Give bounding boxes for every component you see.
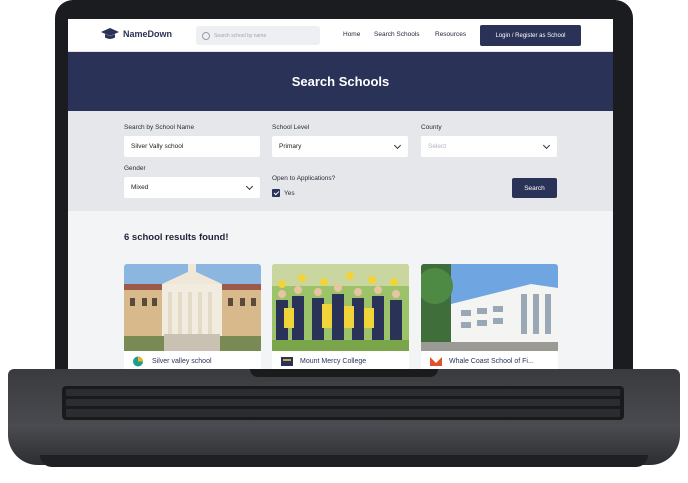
page-title: Search Schools — [291, 74, 390, 89]
county-select[interactable]: Select — [421, 136, 557, 157]
school-logo-icon — [133, 356, 143, 367]
nav-link-home[interactable]: Home — [343, 31, 360, 38]
brand-name: NameDown — [123, 29, 173, 39]
graduation-cap-icon — [101, 28, 119, 39]
school-card[interactable]: Whale Coast School of Fi... — [421, 264, 558, 369]
card-footer: Mount Mercy College — [280, 356, 366, 367]
card-footer: Whale Coast School of Fi... — [429, 356, 534, 367]
laptop-hinge — [250, 369, 438, 377]
laptop-keyboard — [62, 386, 624, 420]
school-name-input[interactable]: Silver Vally school — [124, 136, 260, 157]
chevron-down-icon — [393, 141, 402, 150]
laptop-base-edge — [40, 455, 648, 467]
school-card[interactable]: Mount Mercy College — [272, 264, 409, 369]
chevron-down-icon — [245, 182, 254, 191]
top-navbar: NameDown Search school by name Home Sear… — [68, 19, 613, 52]
school-photo — [421, 264, 558, 351]
school-name-value: Silver Vally school — [131, 143, 184, 150]
browser-screen: NameDown Search school by name Home Sear… — [68, 19, 613, 369]
school-level-select[interactable]: Primary — [272, 136, 408, 157]
results-count: 6 school results found! — [124, 232, 229, 243]
county-placeholder: Select — [428, 143, 447, 150]
gender-select[interactable]: Mixed — [124, 177, 260, 198]
search-icon — [202, 31, 210, 40]
login-register-button[interactable]: Login / Register as School — [480, 25, 581, 46]
open-applications-checkbox[interactable] — [272, 189, 280, 197]
school-name[interactable]: Mount Mercy College — [300, 358, 366, 365]
school-name[interactable]: Whale Coast School of Fi... — [449, 358, 534, 365]
open-applications-yes-label: Yes — [284, 190, 295, 197]
school-card[interactable]: Silver valley school — [124, 264, 261, 369]
nav-search-input[interactable]: Search school by name — [196, 26, 320, 45]
school-level-label: School Level — [272, 124, 310, 131]
school-photo — [124, 264, 261, 351]
search-button[interactable]: Search — [512, 178, 557, 198]
county-label: County — [421, 124, 442, 131]
open-applications-label: Open to Applications? — [272, 175, 336, 182]
school-name-label: Search by School Name — [124, 124, 195, 131]
card-footer: Silver valley school — [132, 356, 212, 367]
school-photo — [272, 264, 409, 351]
school-name[interactable]: Silver valley school — [152, 358, 212, 365]
page-banner: Search Schools — [68, 52, 613, 111]
school-crest-icon — [281, 357, 293, 366]
brand-logo[interactable]: NameDown — [101, 28, 172, 40]
chevron-down-icon — [542, 141, 551, 150]
gender-value: Mixed — [131, 184, 149, 191]
nav-link-resources[interactable]: Resources — [435, 31, 466, 38]
nav-link-search-schools[interactable]: Search Schools — [374, 31, 420, 38]
nav-search-placeholder: Search school by name — [214, 32, 267, 39]
school-level-value: Primary — [279, 143, 302, 150]
gender-label: Gender — [124, 165, 146, 172]
school-logo-icon — [430, 357, 442, 366]
